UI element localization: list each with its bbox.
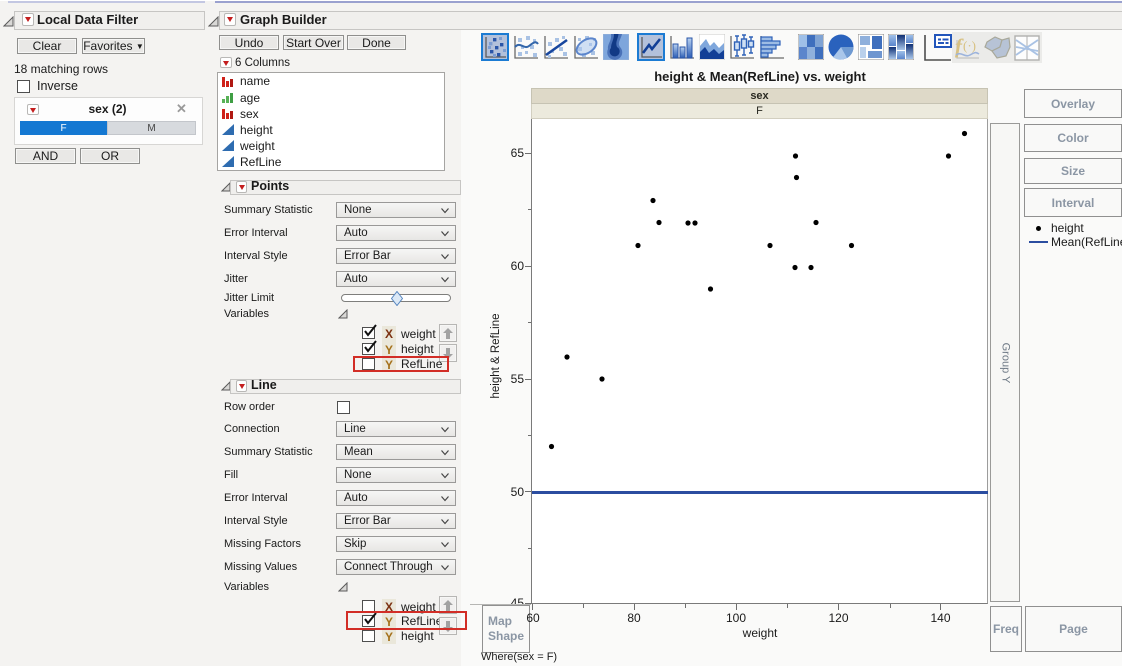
svg-text:(·): (·)	[963, 38, 976, 53]
